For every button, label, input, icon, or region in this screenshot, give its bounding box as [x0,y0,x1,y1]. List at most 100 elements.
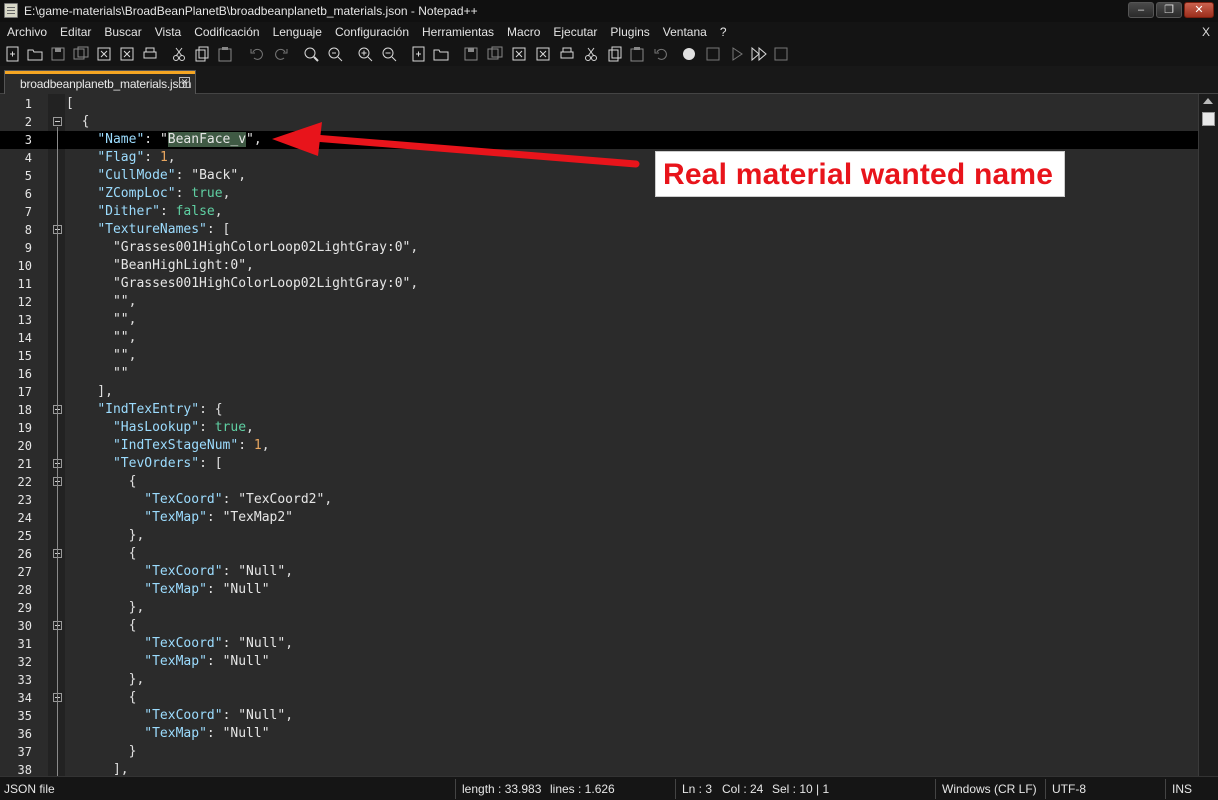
code-line[interactable]: 19 "HasLookup": true, [0,419,1198,437]
save-all-icon[interactable] [72,45,90,63]
code-line[interactable]: 2 { [0,113,1198,131]
code-line[interactable]: 8 "TextureNames": [ [0,221,1198,239]
code-line[interactable]: 33 }, [0,671,1198,689]
menu-item-macro[interactable]: Macro [500,22,546,39]
menu-item-configuracion[interactable]: Configuración [328,22,415,39]
copy-icon[interactable] [193,45,211,63]
code-line[interactable]: 7 "Dither": false, [0,203,1198,221]
code-line[interactable]: 35 "TexCoord": "Null", [0,707,1198,725]
replace-icon[interactable] [326,45,344,63]
close-window-button[interactable]: ✕ [1184,2,1214,18]
scrollbar-thumb[interactable] [1202,112,1215,126]
code-line[interactable]: 14 "", [0,329,1198,347]
code-line[interactable]: 24 "TexMap": "TexMap2" [0,509,1198,527]
code-line[interactable]: 3 "Name": "BeanFace_v", [0,131,1198,149]
code-line[interactable]: 1[ [0,95,1198,113]
run-macro-multiple-icon[interactable] [750,45,768,63]
vertical-scrollbar[interactable] [1198,94,1218,776]
show-all-characters-icon[interactable] [486,45,504,63]
line-number: 27 [17,565,32,579]
word-wrap-icon[interactable] [462,45,480,63]
find-icon[interactable] [302,45,320,63]
print-icon[interactable] [141,45,159,63]
code-line[interactable]: 15 "", [0,347,1198,365]
menu-item-ejecutar[interactable]: Ejecutar [546,22,603,39]
zoom-in-icon[interactable] [356,45,374,63]
menu-item-vista[interactable]: Vista [148,22,187,39]
status-filetype: JSON file [4,782,55,796]
document-list-icon[interactable] [582,45,600,63]
undo-icon[interactable] [248,45,266,63]
record-macro-icon[interactable] [680,45,698,63]
close-icon[interactable] [95,45,113,63]
indent-guide-icon[interactable] [510,45,528,63]
fold-toggle-icon[interactable] [53,117,62,126]
code-line[interactable]: 23 "TexCoord": "TexCoord2", [0,491,1198,509]
line-number: 18 [17,403,32,417]
code-line[interactable]: 29 }, [0,599,1198,617]
code-line[interactable]: 25 }, [0,527,1198,545]
menu-item-archivo[interactable]: Archivo [0,22,53,39]
paste-icon[interactable] [216,45,234,63]
code-line[interactable]: 34 { [0,689,1198,707]
play-macro-icon[interactable] [728,45,746,63]
code-line[interactable]: 27 "TexCoord": "Null", [0,563,1198,581]
menu-item-plugins[interactable]: Plugins [603,22,655,39]
menu-item-help[interactable]: ? [713,22,733,39]
sync-vertical-icon[interactable] [410,45,428,63]
close-all-icon[interactable] [118,45,136,63]
redo-icon[interactable] [272,45,290,63]
new-file-icon[interactable] [4,45,22,63]
line-number: 33 [17,673,32,687]
menu-item-codificacion[interactable]: Codificación [187,22,265,39]
code-line[interactable]: 31 "TexCoord": "Null", [0,635,1198,653]
code-line[interactable]: 9 "Grasses001HighColorLoop02LightGray:0"… [0,239,1198,257]
code-line[interactable]: 28 "TexMap": "Null" [0,581,1198,599]
monitoring-icon[interactable] [652,45,670,63]
code-line[interactable]: 37 } [0,743,1198,761]
cut-icon[interactable] [170,45,188,63]
xml-tag-icon[interactable] [534,45,552,63]
stop-record-icon[interactable] [704,45,722,63]
code-line[interactable]: 10 "BeanHighLight:0", [0,257,1198,275]
menu-item-editar[interactable]: Editar [53,22,97,39]
code-line[interactable]: 11 "Grasses001HighColorLoop02LightGray:0… [0,275,1198,293]
folder-workspace-icon[interactable] [628,45,646,63]
zoom-out-icon[interactable] [380,45,398,63]
minimize-button[interactable]: – [1128,2,1154,18]
sync-horizontal-icon[interactable] [432,45,450,63]
code-line[interactable]: 22 { [0,473,1198,491]
open-file-icon[interactable] [26,45,44,63]
menu-item-buscar[interactable]: Buscar [97,22,147,39]
tab-close-icon[interactable]: ✕ [179,77,190,88]
code-line[interactable]: 16 "" [0,365,1198,383]
menu-item-herramientas[interactable]: Herramientas [415,22,500,39]
code-text: "Grasses001HighColorLoop02LightGray:0", [112,276,419,291]
line-number: 28 [17,583,32,597]
tab-active-accent [5,71,195,74]
status-lines: lines : 1.626 [550,782,615,796]
maximize-button[interactable]: ❐ [1156,2,1182,18]
code-line[interactable]: 21 "TevOrders": [ [0,455,1198,473]
code-line[interactable]: 38 ], [0,761,1198,776]
function-list-icon[interactable] [606,45,624,63]
menu-item-lenguaje[interactable]: Lenguaje [266,22,328,39]
code-line[interactable]: 26 { [0,545,1198,563]
menu-item-ventana[interactable]: Ventana [656,22,713,39]
code-line[interactable]: 17 ], [0,383,1198,401]
code-line[interactable]: 20 "IndTexStageNum": 1, [0,437,1198,455]
code-line[interactable]: 13 "", [0,311,1198,329]
status-separator [1165,779,1166,799]
code-line[interactable]: 18 "IndTexEntry": { [0,401,1198,419]
code-line[interactable]: 36 "TexMap": "Null" [0,725,1198,743]
code-line[interactable]: 30 { [0,617,1198,635]
document-map-icon[interactable] [558,45,576,63]
save-macro-icon[interactable] [772,45,790,63]
scroll-up-icon[interactable] [1203,98,1213,104]
close-document-button[interactable]: X [1202,25,1210,39]
save-icon[interactable] [49,45,67,63]
code-line[interactable]: 32 "TexMap": "Null" [0,653,1198,671]
code-line[interactable]: 12 "", [0,293,1198,311]
line-number: 21 [17,457,32,471]
tab-broadbeanplanetb-materials[interactable]: broadbeanplanetb_materials.json ✕ [4,70,196,94]
